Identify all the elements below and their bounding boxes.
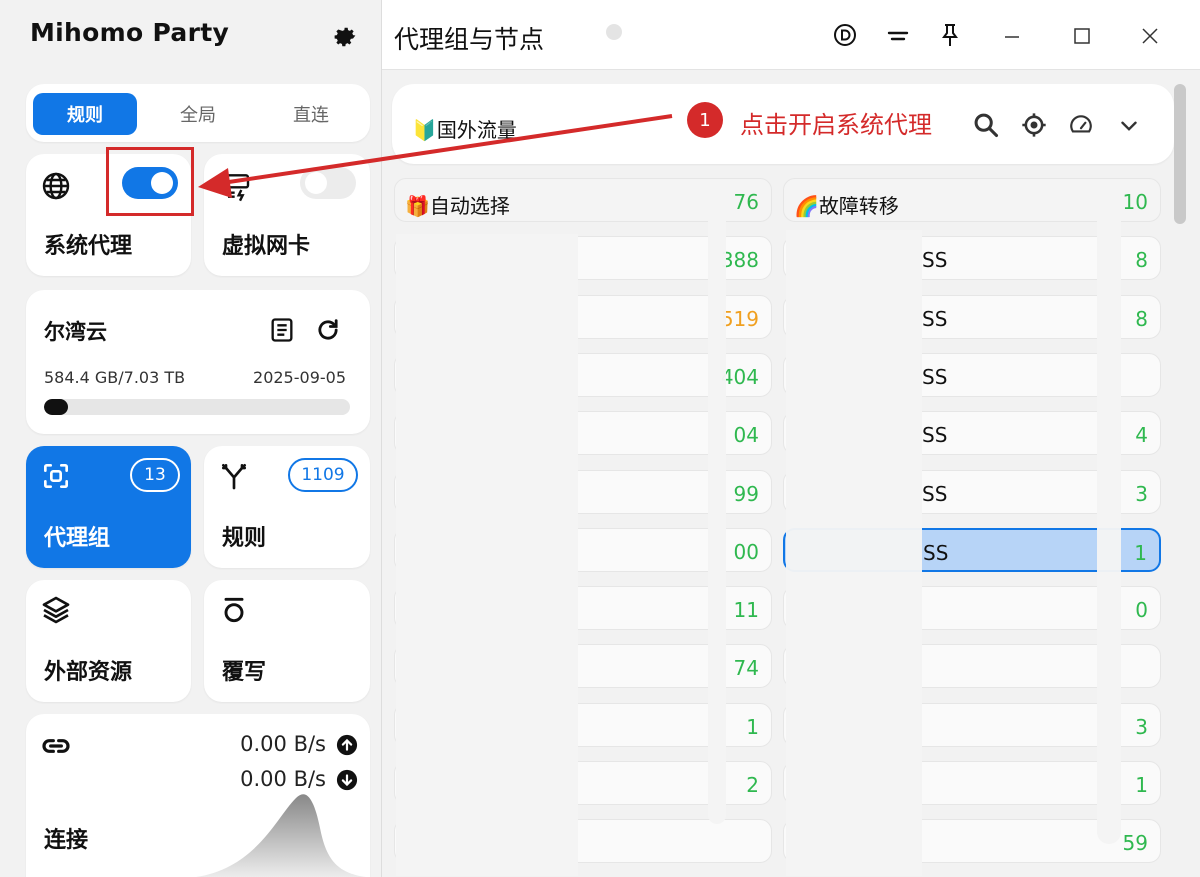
callout-text: 点击开启系统代理 (740, 111, 932, 139)
callout-arrow (198, 114, 673, 198)
callout-number-badge: 1 (687, 102, 723, 138)
